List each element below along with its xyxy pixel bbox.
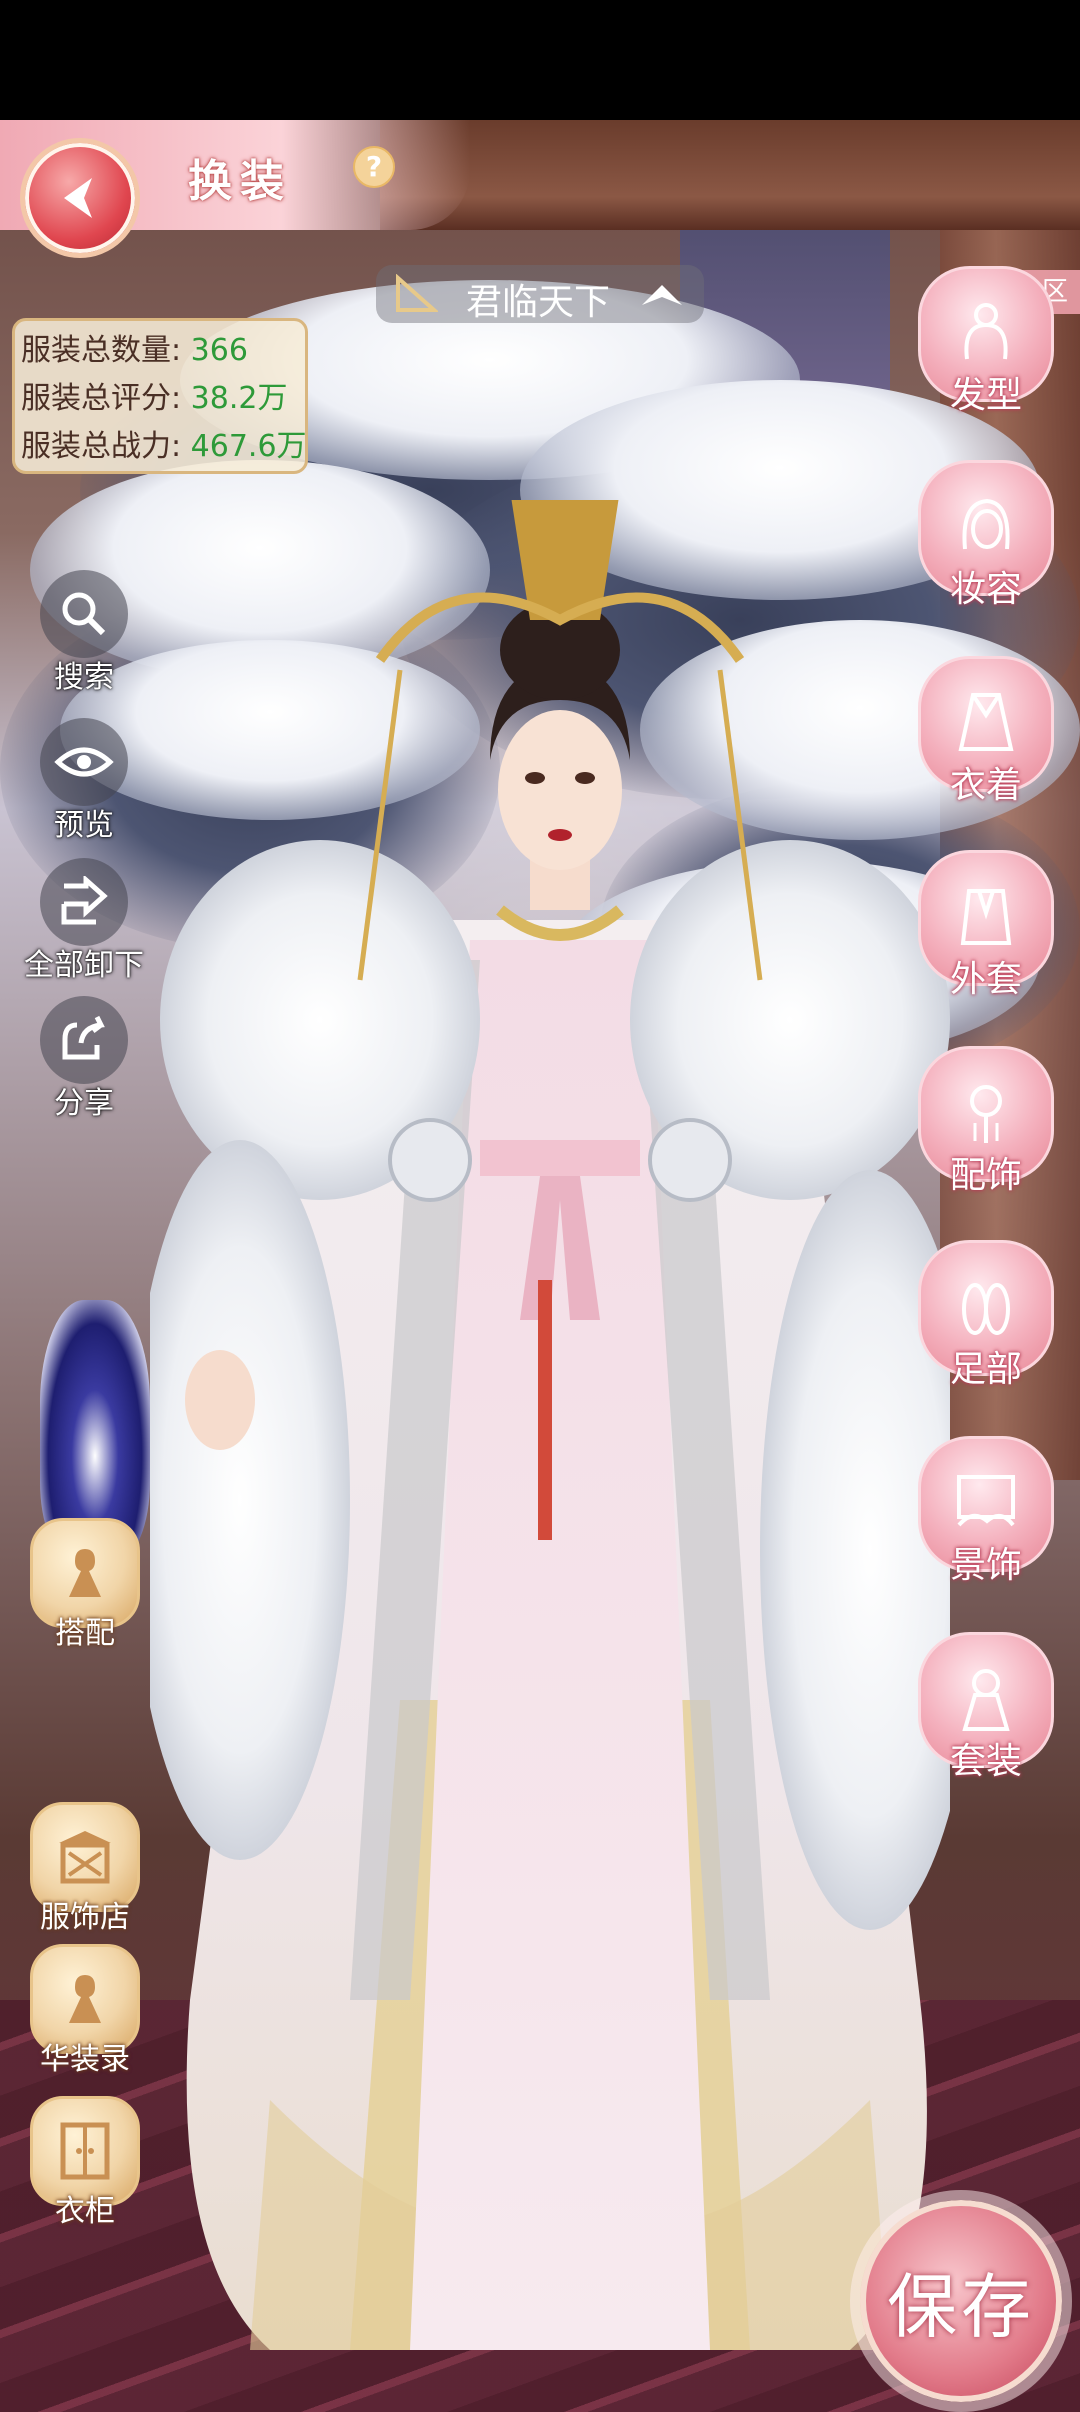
suit-icon bbox=[962, 1669, 1010, 1731]
wardrobe-icon bbox=[60, 2122, 110, 2180]
category-accessory[interactable]: 配饰 bbox=[906, 1046, 1066, 1198]
help-button[interactable]: ? bbox=[353, 146, 395, 188]
eye-icon bbox=[54, 747, 114, 777]
category-coat[interactable]: 外套 bbox=[906, 850, 1066, 1002]
save-button[interactable]: 保存 bbox=[860, 2200, 1062, 2402]
dressed-character[interactable] bbox=[150, 500, 950, 2400]
clothing-icon bbox=[958, 693, 1014, 751]
makeup-icon bbox=[962, 498, 1010, 550]
category-clothing[interactable]: 衣着 bbox=[906, 656, 1066, 808]
suit-selector[interactable]: 君临天下 bbox=[376, 265, 704, 323]
stat-power: 服装总战力: 467.6万 bbox=[21, 429, 307, 464]
search-icon bbox=[62, 592, 106, 636]
back-button[interactable] bbox=[20, 138, 140, 258]
suit-name: 君临天下 bbox=[466, 282, 611, 323]
shop-icon bbox=[59, 1831, 111, 1884]
collection-icon bbox=[69, 1975, 101, 2023]
page-title: 换装 bbox=[188, 156, 292, 207]
outfit-match-button[interactable]: 搭配 bbox=[20, 1518, 150, 1652]
accessory-icon bbox=[970, 1085, 1002, 1143]
outfit-match-icon bbox=[69, 1549, 101, 1597]
search-button[interactable]: 搜索 bbox=[24, 570, 144, 696]
back-arrow-icon bbox=[64, 178, 92, 218]
category-hairstyle[interactable]: 发型 bbox=[906, 266, 1066, 418]
stat-count: 服装总数量: 366 bbox=[21, 333, 248, 368]
category-shoes[interactable]: 足部 bbox=[906, 1240, 1066, 1392]
share-button[interactable]: 分享 bbox=[24, 996, 144, 1122]
category-scenery[interactable]: 景饰 bbox=[906, 1436, 1066, 1588]
preview-button[interactable]: 预览 bbox=[24, 718, 144, 844]
scenery-icon bbox=[957, 1475, 1015, 1527]
chevron-up-icon bbox=[642, 285, 682, 305]
category-suit[interactable]: 套装 bbox=[906, 1632, 1066, 1784]
stat-score: 服装总评分: 38.2万 bbox=[21, 381, 288, 416]
outfit-stats-panel: 服装总数量: 366 服装总评分: 38.2万 服装总战力: 467.6万 bbox=[12, 318, 308, 474]
clothing-shop-button[interactable]: 服饰店 bbox=[20, 1802, 150, 1936]
ruler-icon bbox=[396, 274, 438, 312]
wooden-beam bbox=[380, 120, 1080, 230]
coat-icon bbox=[960, 889, 1012, 945]
share-icon bbox=[62, 1015, 105, 1060]
shoes-icon bbox=[962, 1283, 1010, 1335]
wardrobe-button[interactable]: 衣柜 bbox=[20, 2096, 150, 2230]
hairstyle-icon bbox=[964, 303, 1008, 360]
unequip-icon bbox=[61, 876, 108, 925]
collection-book-button[interactable]: 华装录 bbox=[20, 1944, 150, 2078]
unequip-all-button[interactable]: 全部卸下 bbox=[24, 858, 144, 984]
category-makeup[interactable]: 妆容 bbox=[906, 460, 1066, 612]
